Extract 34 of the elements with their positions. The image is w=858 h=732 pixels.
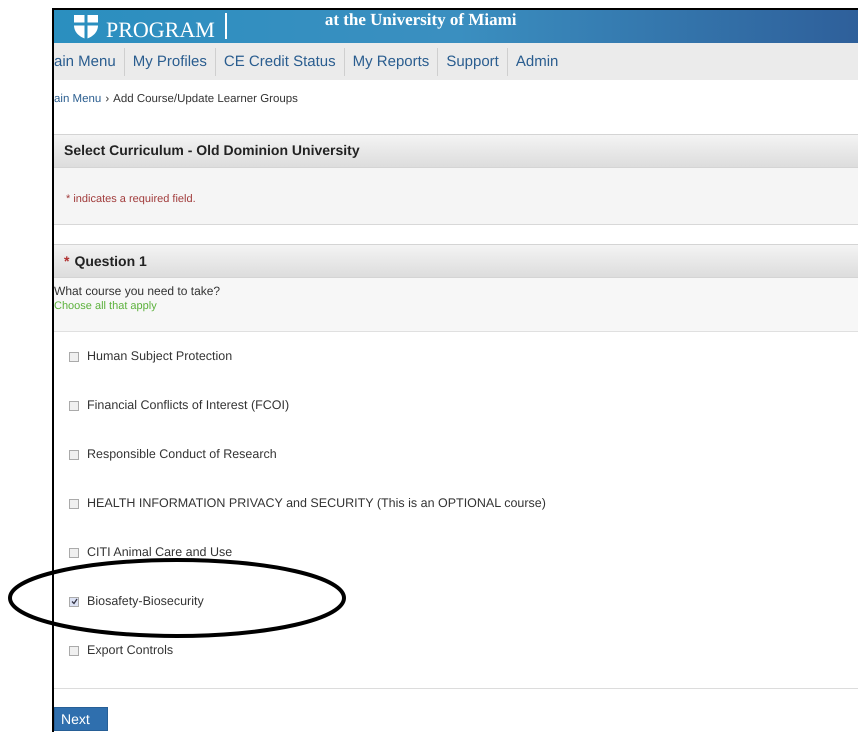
- checkbox[interactable]: [69, 596, 79, 607]
- nav-link[interactable]: My Profiles: [124, 48, 215, 76]
- next-button[interactable]: Next: [54, 707, 108, 732]
- nav-link[interactable]: Support: [437, 48, 507, 76]
- question-title: Question 1: [74, 252, 147, 271]
- question-prompt: What course you need to take?: [54, 284, 222, 300]
- check-icon: [70, 598, 78, 606]
- option-label[interactable]: Export Controls: [87, 641, 174, 660]
- breadcrumb-current: Add Course/Update Learner Groups: [113, 92, 298, 108]
- nav-link[interactable]: ain Menu: [54, 48, 124, 76]
- checkbox[interactable]: [69, 400, 79, 411]
- question-hint: Choose all that apply: [54, 299, 158, 314]
- logo-icon: [72, 15, 100, 40]
- option-label[interactable]: HEALTH INFORMATION PRIVACY and SECURITY (This is an OPTIONAL course): [87, 494, 546, 513]
- checkbox[interactable]: [69, 450, 79, 460]
- required-marker: *: [64, 252, 70, 271]
- nav-link[interactable]: CE Credit Status: [214, 48, 344, 76]
- logo-text: PROGRAM: [106, 19, 215, 42]
- breadcrumb-link[interactable]: ain Menu: [54, 91, 102, 108]
- checkbox[interactable]: [69, 352, 79, 362]
- option-label[interactable]: Biosafety-Biosecurity: [87, 592, 204, 611]
- option-label[interactable]: Financial Conflicts of Interest (FCOI): [87, 396, 290, 415]
- option-label[interactable]: Responsible Conduct of Research: [87, 445, 277, 464]
- checkbox[interactable]: [69, 498, 79, 509]
- banner-subtitle: at the University of Miami: [324, 11, 516, 28]
- checkbox[interactable]: [69, 548, 79, 558]
- checkbox[interactable]: [69, 646, 79, 656]
- nav-link[interactable]: Admin: [506, 48, 566, 76]
- option-label[interactable]: CITI Animal Care and Use: [87, 543, 232, 562]
- required-note: * indicates a required field.: [66, 192, 196, 205]
- option-label[interactable]: Human Subject Protection: [87, 347, 232, 366]
- section-title: Select Curriculum - Old Dominion University: [64, 141, 360, 160]
- breadcrumb-separator: ›: [105, 92, 110, 108]
- nav-link[interactable]: My Reports: [344, 48, 438, 76]
